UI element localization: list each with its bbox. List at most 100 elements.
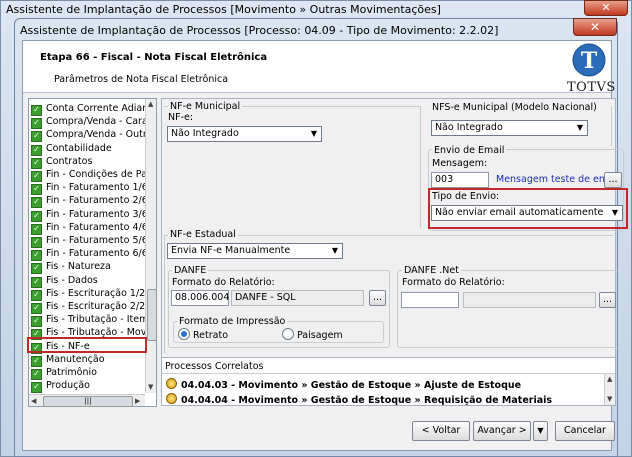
- danfe-net-formato-label: Formato do Relatório:: [402, 277, 505, 288]
- danfe-net-browse-button[interactable]: ...: [599, 292, 616, 308]
- tree-item[interactable]: ✓ Contabilidade: [31, 142, 112, 156]
- tree-item[interactable]: ✓ Produção: [31, 379, 90, 394]
- tree-item[interactable]: ✓ Compra/Venda - Outros: [31, 128, 157, 143]
- tree-item[interactable]: ✓ Fis - Escrituração 1/2: [31, 287, 145, 301]
- scroll-down-icon[interactable]: ▼: [607, 395, 612, 403]
- tree-item[interactable]: ✓ Fin - Faturamento 6/6: [31, 247, 148, 262]
- processos-scrollbar[interactable]: ▲ ▼: [604, 374, 615, 405]
- danfe-desc-field: DANFE - SQL: [231, 290, 364, 306]
- process-gear-icon: [166, 378, 177, 389]
- tree-item-label: Fin - Faturamento 3/6: [46, 208, 148, 220]
- tree-item-label: Fis - Escrituração 2/2: [46, 301, 146, 312]
- tree-item[interactable]: ✓ Fin - Faturamento 1/6: [31, 181, 148, 196]
- dialog-title: Assistente de Implantação de Processos […: [20, 24, 499, 37]
- dialog-close-button[interactable]: ✕: [573, 18, 617, 36]
- logo-letter: T: [581, 48, 598, 74]
- outer-window-title: Assistente de Implantação de Processos […: [6, 3, 441, 16]
- back-button[interactable]: < Voltar: [412, 421, 470, 441]
- mensagem-desc-link[interactable]: Mensagem teste de envio: [496, 174, 619, 185]
- scroll-down-icon[interactable]: ▼: [148, 383, 153, 391]
- processos-title: Processos Correlatos: [165, 361, 264, 372]
- tree-item-label: Fin - Faturamento 2/6: [46, 195, 148, 207]
- tree-item[interactable]: ✓ Fis - Natureza: [31, 260, 111, 275]
- tree-item-label: Fin - Faturamento 6/6: [46, 248, 148, 260]
- danfe-formato-label: Formato do Relatório:: [172, 277, 275, 288]
- tree-item[interactable]: ✓ Patrimônio: [31, 366, 97, 380]
- processo-row[interactable]: 04.04.03 - Movimento » Gestão de Estoque…: [166, 378, 521, 391]
- tree-item-label: Manutenção: [46, 353, 105, 365]
- radio-paisagem[interactable]: Paisagem: [282, 328, 343, 341]
- processo-row-label: 04.04.03 - Movimento » Gestão de Estoque…: [181, 380, 522, 391]
- tree-item[interactable]: ✓ Fin - Faturamento 3/6: [31, 208, 148, 222]
- scroll-up-icon[interactable]: ▲: [607, 375, 612, 383]
- tree-item-label: Fin - Condições de Paga: [46, 169, 157, 180]
- tree-item-label: Contratos: [46, 155, 93, 167]
- highlight-tipo-envio: [428, 188, 628, 229]
- nfe-municipal-select[interactable]: Não Integrado ▼: [167, 126, 322, 142]
- tree-item[interactable]: ✓ Manutenção: [31, 353, 105, 367]
- tree-item-label: Contabilidade: [46, 142, 112, 154]
- radio-retrato-icon[interactable]: [178, 328, 190, 340]
- tree-item-label: Conta Corrente Adianta: [46, 103, 157, 114]
- radio-paisagem-icon[interactable]: [282, 328, 294, 340]
- nfse-nacional-select[interactable]: Não Integrado ▼: [431, 120, 588, 136]
- tree-item[interactable]: ✓ Conta Corrente Adianta: [31, 102, 157, 116]
- checkmark-icon: ✓: [31, 382, 42, 394]
- nfse-nacional-value: Não Integrado: [435, 122, 503, 133]
- tree-item[interactable]: ✓ Fin - Faturamento 4/6: [31, 221, 148, 235]
- tree-hscroll-thumb[interactable]: |||: [43, 396, 133, 407]
- tree-item[interactable]: ✓ Fin - Faturamento 2/6: [31, 194, 148, 209]
- danfe-net-label: DANFE .Net: [402, 265, 461, 276]
- tree-item[interactable]: ✓ Fis - Tributação - Item: [31, 313, 149, 328]
- tree-horizontal-scrollbar[interactable]: ◀ ||| ▶: [29, 394, 145, 407]
- radio-retrato[interactable]: Retrato: [178, 328, 228, 341]
- next-menu-button[interactable]: ▼: [533, 421, 548, 441]
- chevron-down-icon: ▼: [576, 123, 583, 132]
- tree-item-label: Fin - Faturamento 1/6: [46, 182, 148, 194]
- next-button[interactable]: Avançar >: [473, 421, 531, 441]
- nfe-estadual-select[interactable]: Envia NF-e Manualmente ▼: [167, 243, 343, 259]
- processo-row[interactable]: 04.04.04 - Movimento » Gestão de Estoque…: [166, 393, 552, 406]
- danfe-code-input[interactable]: 08.006.004: [171, 290, 229, 306]
- nfe-municipal-group: [164, 106, 421, 228]
- danfe-net-desc-field: [463, 292, 596, 308]
- scroll-left-icon[interactable]: ◀: [31, 397, 36, 405]
- danfe-net-code-input[interactable]: [401, 292, 459, 308]
- tree-item-label: Patrimônio: [46, 367, 97, 378]
- nfse-nacional-label: NFS-e Municipal (Modelo Nacional): [432, 102, 597, 113]
- processo-row-label: 04.04.04 - Movimento » Gestão de Estoque…: [181, 395, 553, 406]
- paisagem-label: Paisagem: [297, 330, 343, 341]
- step-subtitle: Parâmetros de Nota Fiscal Eletrônica: [54, 74, 229, 85]
- step-header: [23, 41, 611, 93]
- logo-text: TOTVS: [567, 80, 616, 95]
- cancel-button[interactable]: Cancelar: [555, 421, 615, 441]
- danfe-browse-button[interactable]: ...: [369, 290, 386, 306]
- chevron-down-icon: ▼: [310, 129, 317, 138]
- nfe-municipal-value: Não Integrado: [171, 128, 239, 139]
- scroll-right-icon[interactable]: ▶: [135, 397, 140, 405]
- mensagem-browse-button[interactable]: ...: [604, 172, 622, 188]
- step-title: Etapa 66 - Fiscal - Nota Fiscal Eletrôni…: [40, 52, 268, 63]
- tree-item-label: Fis - Tributação - Item: [46, 314, 149, 326]
- impressao-label: Formato de Impressão: [177, 316, 288, 327]
- tree-item[interactable]: ✓ Fis - Escrituração 2/2: [31, 300, 146, 314]
- tree-item[interactable]: ✓ Fin - Condições de Paga: [31, 168, 157, 182]
- tree-item-label: Compra/Venda - Outros: [46, 129, 157, 141]
- outer-close-button[interactable]: ✕: [584, 0, 628, 16]
- chevron-down-icon: ▼: [331, 246, 338, 255]
- tree-item-label: Fis - Dados: [46, 274, 98, 286]
- nfe-estadual-value: Envia NF-e Manualmente: [171, 245, 291, 256]
- mensagem-label: Mensagem:: [432, 158, 488, 169]
- steps-tree[interactable]: ✓ Conta Corrente Adianta ✓ Compra/Venda - C…: [28, 98, 157, 407]
- tree-item[interactable]: ✓ Fis - Dados: [31, 274, 98, 288]
- retrato-label: Retrato: [193, 330, 229, 341]
- tree-item[interactable]: ✓ Fin - Faturamento 5/6: [31, 234, 148, 248]
- tree-vscroll-thumb[interactable]: [147, 289, 157, 341]
- tree-item[interactable]: ✓ Contratos: [31, 155, 93, 169]
- mensagem-code-input[interactable]: 003: [431, 172, 489, 188]
- tree-item[interactable]: ✓ Compra/Venda - Caracte: [31, 115, 156, 130]
- danfe-label: DANFE: [172, 265, 209, 276]
- scroll-up-icon[interactable]: ▲: [148, 100, 153, 108]
- nfe-municipal-label: NF-e Municipal: [168, 101, 243, 112]
- processos-divider: [162, 373, 615, 374]
